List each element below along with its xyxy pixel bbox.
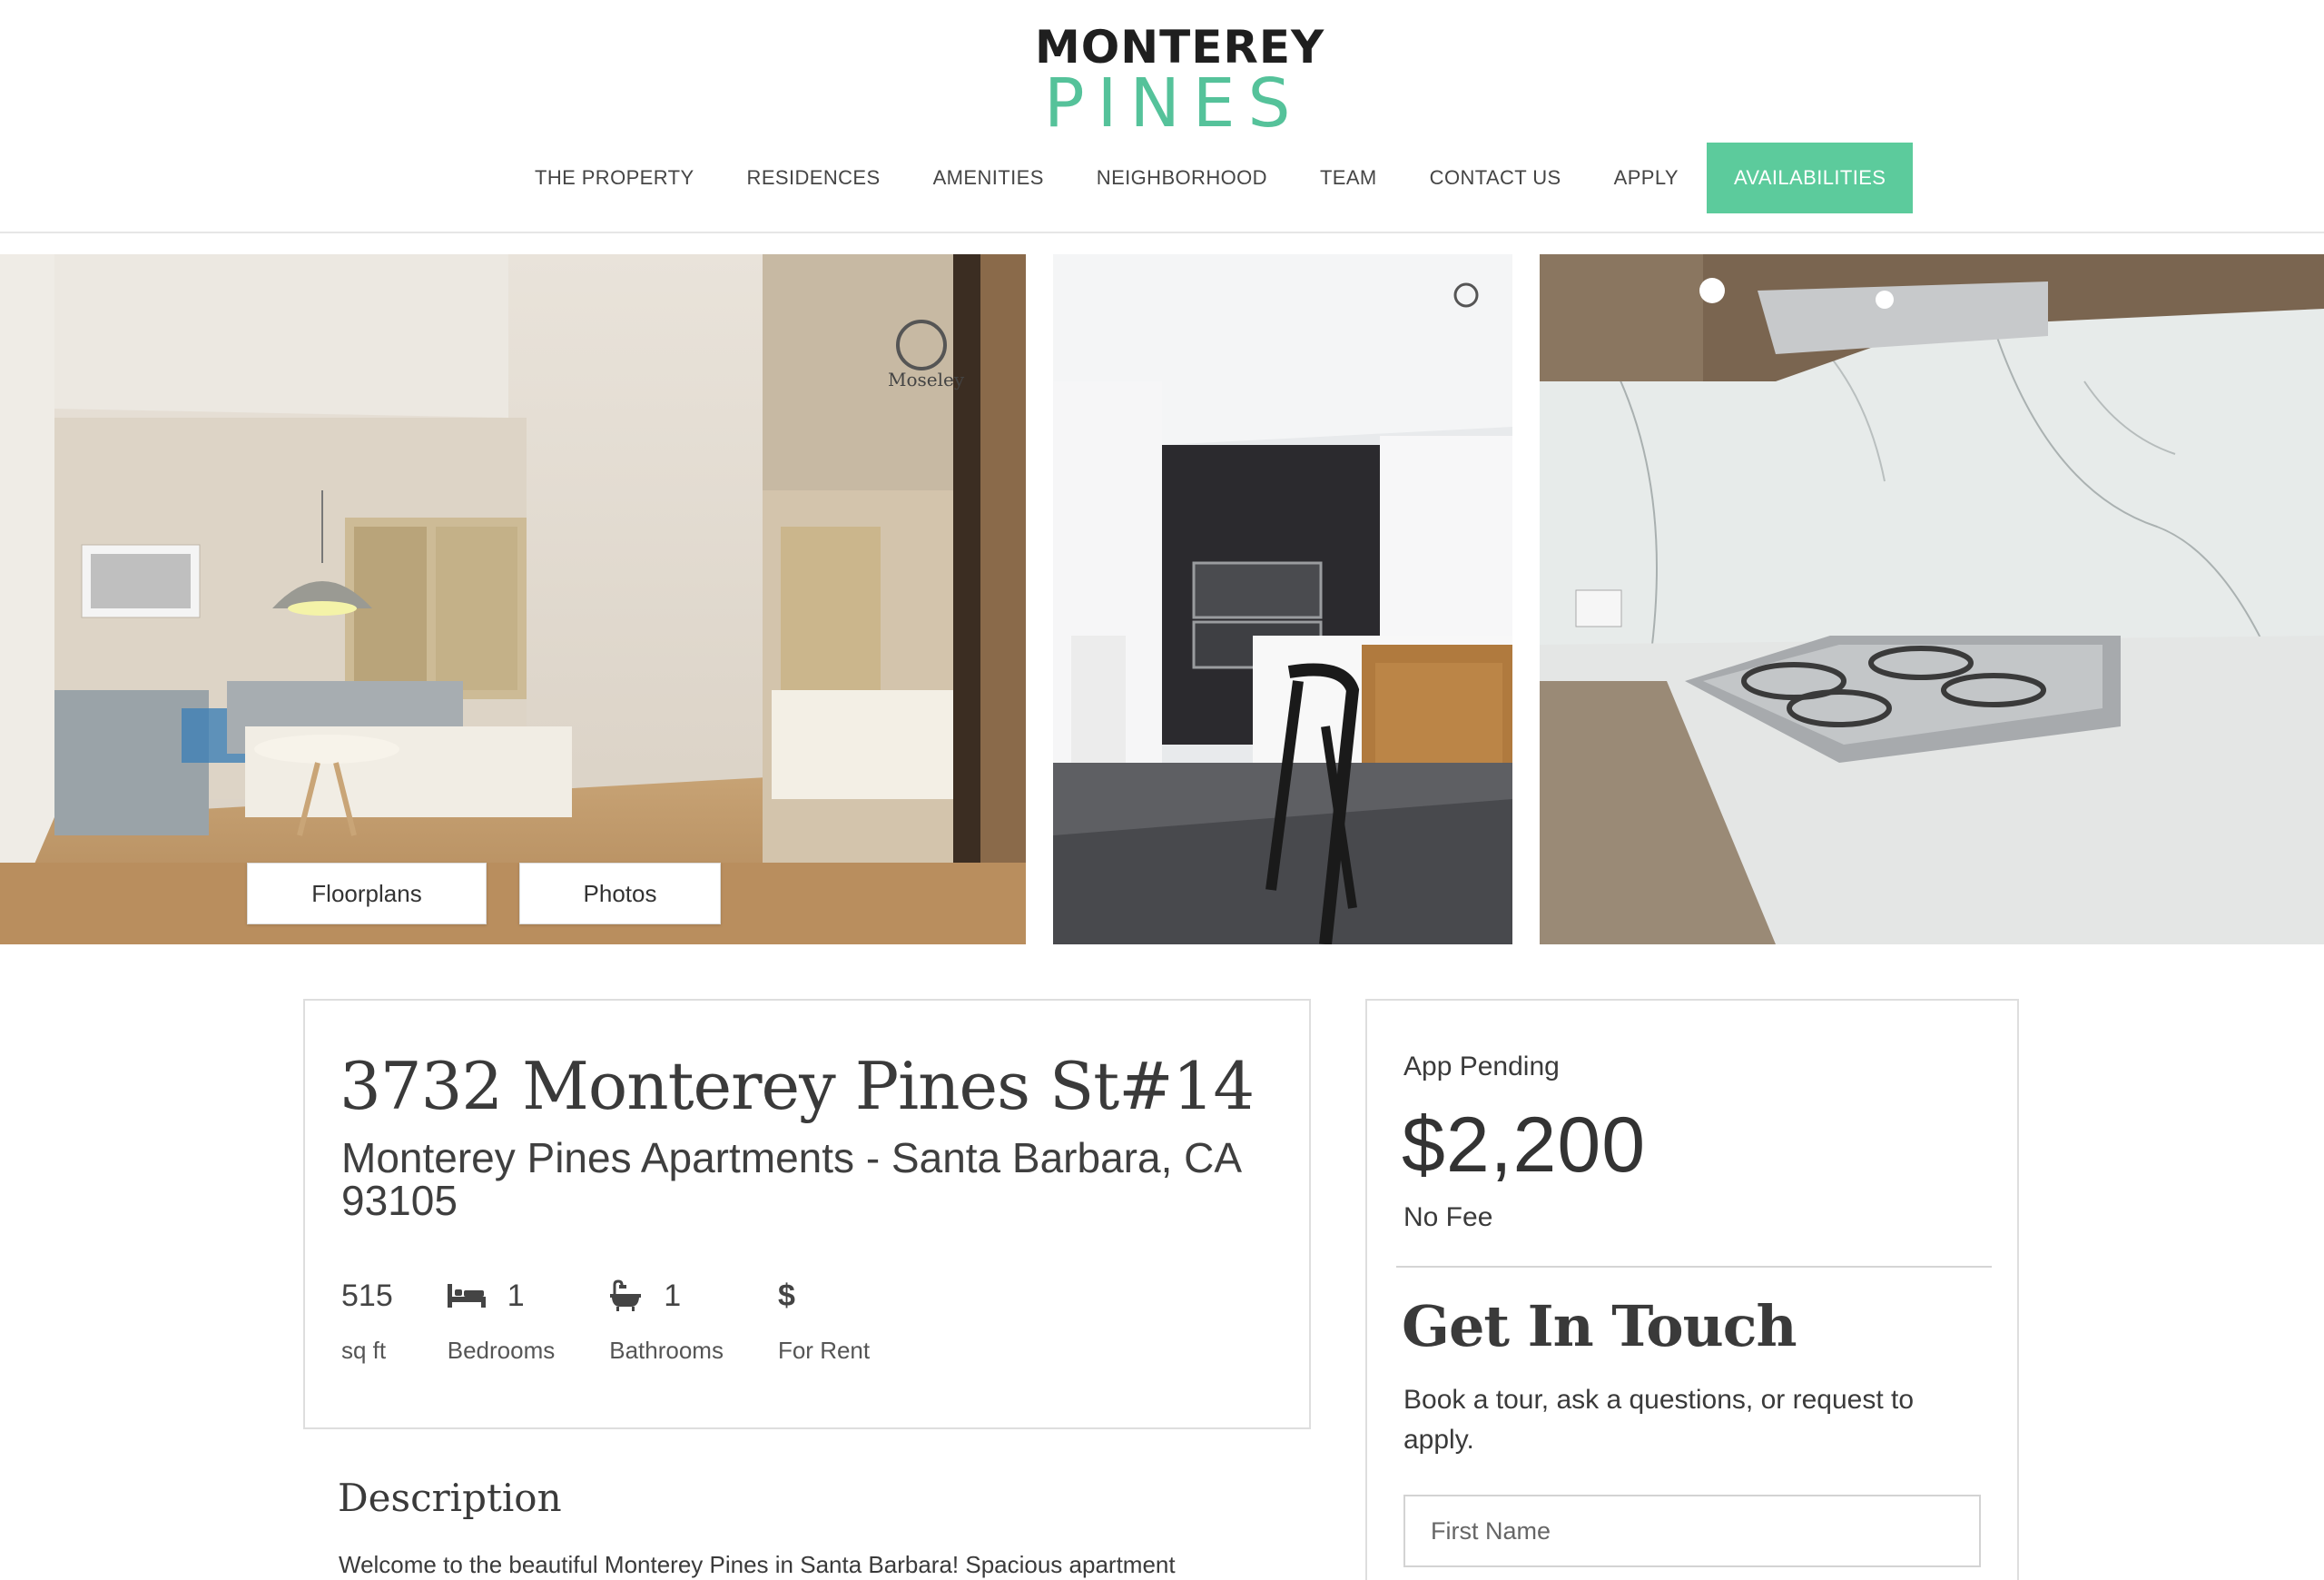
sqft-value: 515 xyxy=(341,1278,393,1313)
first-name-input[interactable] xyxy=(1403,1495,1981,1567)
nav-availabilities-button[interactable]: AVAILABILITIES xyxy=(1706,143,1914,213)
nav-apply[interactable]: APPLY xyxy=(1588,143,1705,213)
dollar-icon: $ xyxy=(777,1278,795,1313)
bed-value: 1 xyxy=(507,1278,525,1313)
bed-icon xyxy=(447,1284,486,1308)
nav-team[interactable]: TEAM xyxy=(1294,143,1403,213)
bath-label: Bathrooms xyxy=(609,1337,724,1364)
stat-sqft: 515 sq ft xyxy=(341,1273,393,1365)
floorplans-button[interactable]: Floorplans xyxy=(247,863,487,924)
bath-value: 1 xyxy=(664,1278,682,1313)
description-text: Welcome to the beautiful Monterey Pines … xyxy=(339,1551,1176,1578)
nav-the-property[interactable]: THE PROPERTY xyxy=(508,143,721,213)
bedroom-photo[interactable]: Moseley xyxy=(0,254,1026,944)
nav-neighborhood[interactable]: NEIGHBORHOOD xyxy=(1070,143,1294,213)
nav-amenities[interactable]: AMENITIES xyxy=(907,143,1070,213)
get-in-touch-text: Book a tour, ask a questions, or request… xyxy=(1403,1385,1915,1455)
nav-residences[interactable]: RESIDENCES xyxy=(721,143,907,213)
stat-bedrooms: 1 Bedrooms xyxy=(447,1273,556,1365)
listing-stats: 515 sq ft 1 Bedrooms 1 Bathrooms $ For R… xyxy=(341,1273,924,1365)
main-nav: THE PROPERTY RESIDENCES AMENITIES NEIGHB… xyxy=(508,143,1914,213)
rent-price: $2,200 xyxy=(1402,1101,1647,1189)
contact-panel: App Pending $2,200 No Fee Get In Touch B… xyxy=(1365,999,2019,1580)
description-heading: Description xyxy=(338,1476,562,1520)
site-logo[interactable]: MONTEREY PINES xyxy=(1035,22,1324,143)
bathtub-icon xyxy=(610,1279,642,1311)
listing-card: 3732 Monterey Pines St#14 Monterey Pines… xyxy=(303,999,1311,1429)
site-header: MONTEREY PINES THE PROPERTY RESIDENCES A… xyxy=(0,0,2324,233)
logo-line-2: PINES xyxy=(1044,64,1304,143)
listing-subtitle: Monterey Pines Apartments - Santa Barbar… xyxy=(341,1134,1240,1224)
get-in-touch-heading: Get In Touch xyxy=(1402,1293,1797,1359)
photos-button[interactable]: Photos xyxy=(519,863,721,924)
nav-contact-us[interactable]: CONTACT US xyxy=(1403,143,1588,213)
sqft-label: sq ft xyxy=(341,1337,387,1364)
kitchen-photo[interactable] xyxy=(1053,254,1512,944)
listing-address: 3732 Monterey Pines St#14 xyxy=(340,1048,1255,1124)
type-label: For Rent xyxy=(777,1337,871,1364)
bed-label: Bedrooms xyxy=(447,1337,556,1364)
divider xyxy=(1396,1266,1992,1268)
cooktop-photo[interactable] xyxy=(1540,254,2324,944)
status-badge: App Pending xyxy=(1403,1052,1560,1081)
stat-type: $ For Rent xyxy=(778,1273,870,1365)
stat-bathrooms: 1 Bathrooms xyxy=(609,1273,724,1365)
svg-text:Moseley: Moseley xyxy=(888,369,965,390)
fee-text: No Fee xyxy=(1403,1202,1493,1232)
photo-gallery: Moseley xyxy=(0,254,2324,944)
